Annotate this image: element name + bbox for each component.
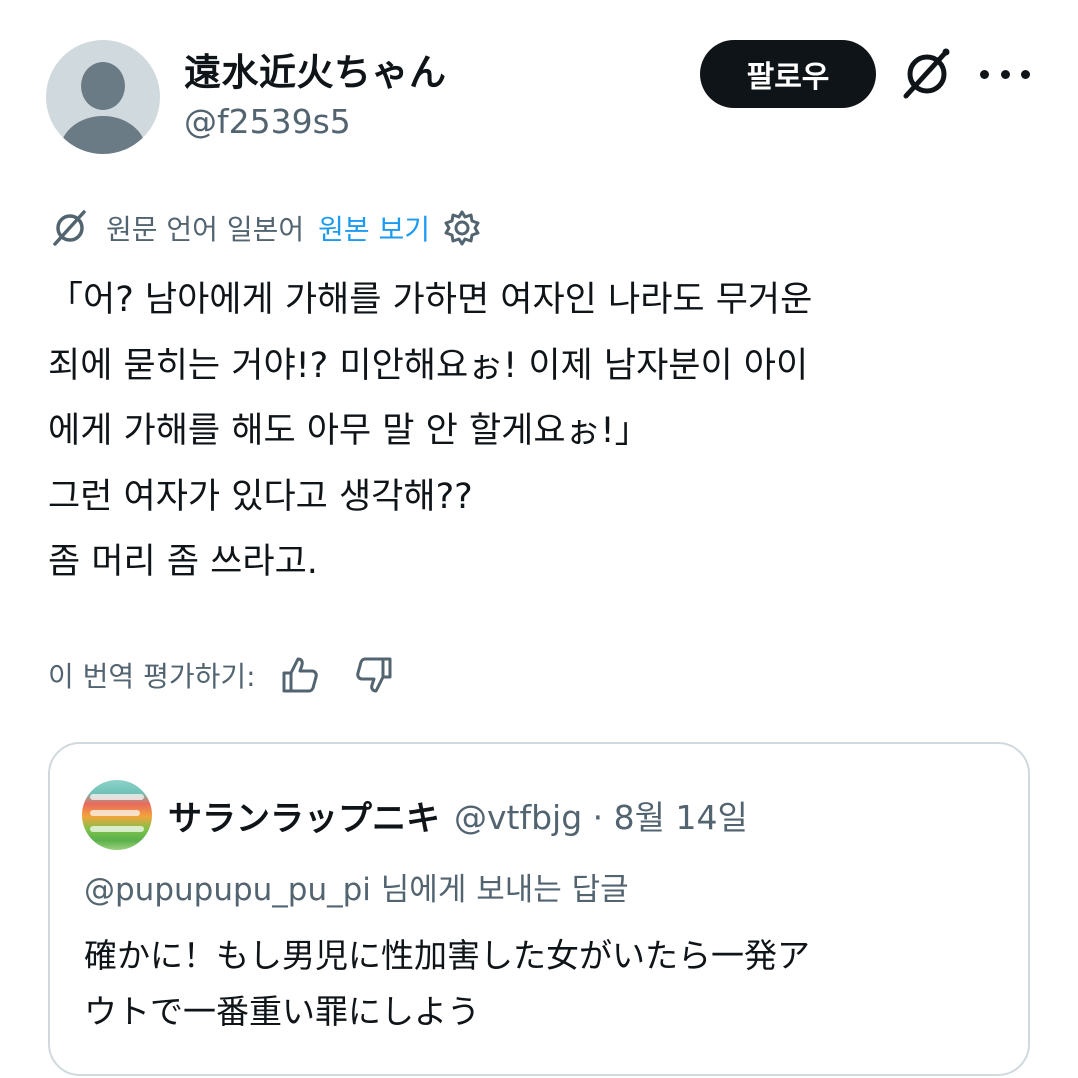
- author-display-name[interactable]: 遠水近火ちゃん: [184, 42, 447, 96]
- tweet-line: 「어? 남아에게 가해를 가하면 여자인 나라도 무거운: [48, 280, 813, 320]
- thumbs-up-icon[interactable]: [278, 653, 322, 697]
- grok-slash-icon: [53, 210, 86, 246]
- quoted-author-name: サランラップニキ: [168, 798, 440, 839]
- avatar-stripe: [90, 826, 144, 832]
- view-original-link[interactable]: 원본 보기: [318, 208, 430, 248]
- quoted-tweet-line: ウトで一番重い罪にしよう: [84, 992, 480, 1031]
- translation-rating: 이 번역 평가하기:: [48, 650, 426, 700]
- follow-button[interactable]: 팔로우: [700, 40, 876, 108]
- thumbs-down-icon[interactable]: [352, 653, 396, 697]
- quoted-tweet-text: 確かに！もし男児に性加害した女がいたら一発ア ウトで一番重い罪にしよう: [84, 928, 1014, 1040]
- quoted-tweet-line: 確かに！もし男児に性加害した女がいたら一発ア: [84, 936, 810, 975]
- gear-icon[interactable]: [442, 208, 482, 248]
- avatar-head-shape: [81, 62, 125, 110]
- reply-suffix: 님에게 보내는 답글: [370, 872, 629, 908]
- tweet-line: 좀 머리 좀 쓰라고.: [48, 542, 318, 582]
- avatar-stripe: [90, 794, 144, 800]
- quoted-author-avatar: [82, 780, 152, 850]
- rating-label: 이 번역 평가하기:: [48, 660, 256, 693]
- quoted-author-handle-date: @vtfbjg · 8월 14일: [454, 798, 748, 837]
- tweet-line: 에게 가해를 해도 아무 말 안 할게요ぉ!」: [48, 411, 650, 451]
- translation-bar: 원문 언어 일본어 원본 보기: [50, 206, 482, 250]
- quoted-reply-context: @pupupupu_pu_pi 님에게 보내는 답글: [84, 864, 629, 909]
- avatar-stripe: [90, 810, 140, 816]
- more-dot: [1021, 69, 1030, 79]
- tweet-text: 「어? 남아에게 가해를 가하면 여자인 나라도 무거운 죄에 묻히는 거야!?…: [48, 268, 1038, 596]
- quoted-tweet-card[interactable]: サランラップニキ @vtfbjg · 8월 14일 @pupupupu_pu_p…: [48, 742, 1030, 1076]
- avatar-body-shape: [60, 116, 146, 154]
- more-dot: [980, 69, 989, 79]
- author-handle[interactable]: @f2539s5: [184, 102, 351, 141]
- grok-slash-icon[interactable]: [898, 46, 956, 102]
- author-avatar[interactable]: [46, 40, 160, 154]
- tweet-line: 그런 여자가 있다고 생각해??: [48, 476, 473, 517]
- tweet-line: 죄에 묻히는 거야!? 미안해요ぉ! 이제 남자분이 아이: [48, 345, 809, 386]
- quoted-tweet-header: サランラップニキ @vtfbjg · 8월 14일: [168, 788, 748, 842]
- more-horizontal-icon[interactable]: [980, 52, 1030, 96]
- reply-mention[interactable]: @pupupupu_pu_pi: [84, 872, 371, 908]
- translation-source-language: 원문 언어 일본어: [106, 213, 305, 246]
- more-dot: [1000, 69, 1010, 79]
